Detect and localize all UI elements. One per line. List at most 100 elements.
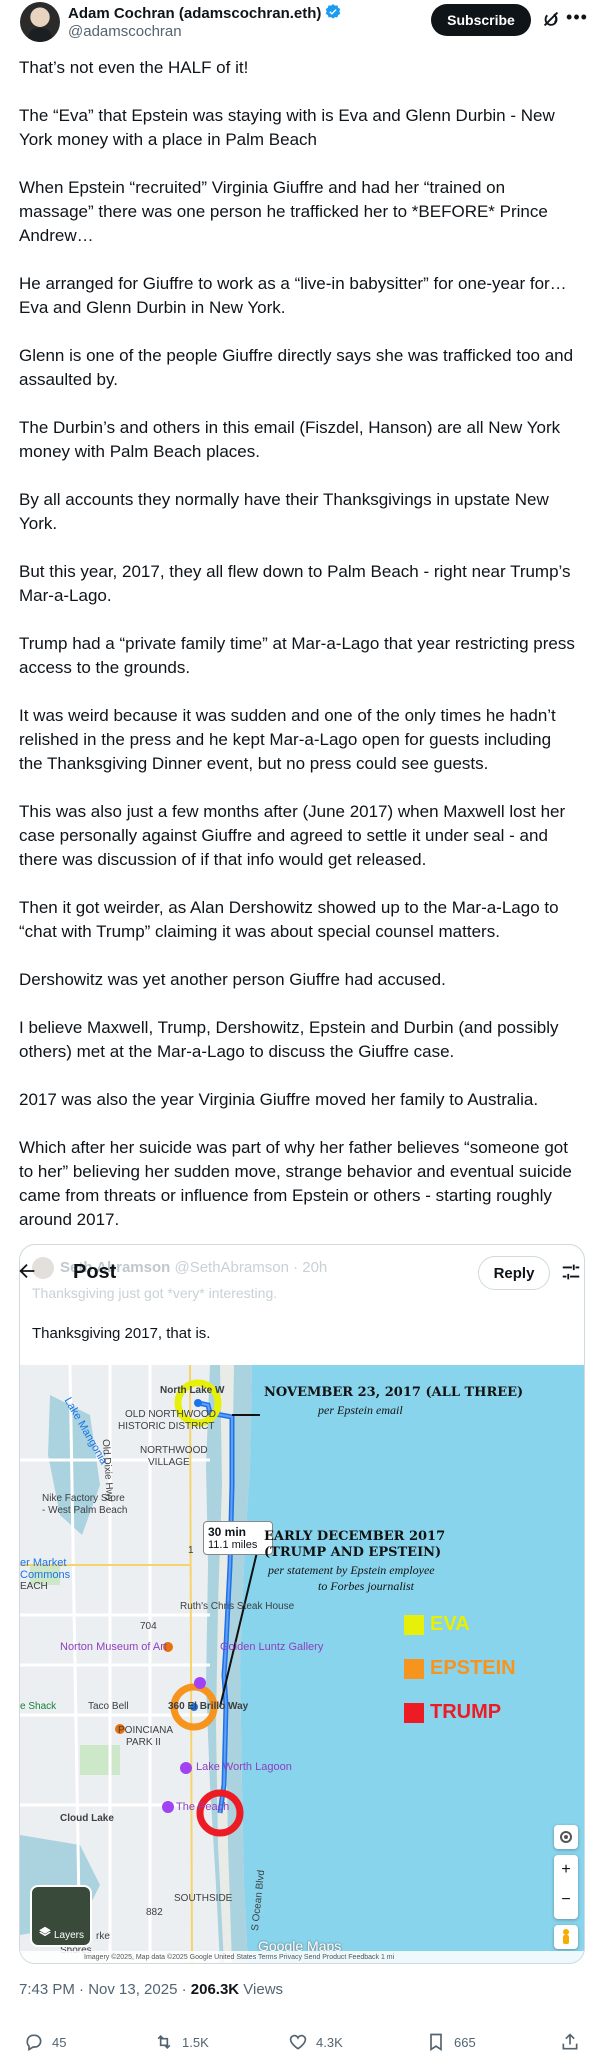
legend-trump: TRUMP [404,1701,501,1724]
map-label: - West Palm Beach [42,1505,128,1516]
share-icon [562,2033,578,2050]
repost-icon [157,2034,171,2050]
tweet-paragraph: Trump had a “private family time” at Mar… [19,634,575,677]
map-label: Golden Luntz Gallery [220,1641,324,1653]
legend-label: TRUMP [430,1701,502,1723]
tweet-paragraph: The Durbin’s and others in this email (F… [19,418,561,461]
map-label: OLD NORTHWOOD [125,1409,216,1420]
map-label: POINCIANA [118,1725,174,1736]
annotation-december-source1: per statement by Epstein employee [268,1563,435,1577]
map-label: Ruth's Chris Steak House [180,1601,295,1612]
map-footer: Imagery ©2025, Map data ©2025 Google Uni… [20,1951,584,1963]
heart-icon [289,2034,307,2050]
tweet-paragraph: That’s not even the HALF of it! [19,58,249,77]
map-label: 704 [140,1621,157,1632]
tweet-paragraph: He arranged for Giuffre to work as a “li… [19,274,567,317]
map-label: e Shack [20,1701,57,1712]
map-label: The Peach [176,1801,230,1813]
zoom-out-icon[interactable]: − [554,1885,578,1915]
post-top-bar: Post Reply [0,1250,598,1294]
reply-button[interactable]: Reply [478,1256,550,1290]
legend-swatch [404,1658,424,1679]
zoom-in-icon[interactable]: + [554,1855,578,1885]
annotation-december-line1: EARLY DECEMBER 2017 [264,1529,446,1544]
tweet-header: Adam Cochran (adamscochran.eth) @adamsco… [0,0,598,52]
like-action[interactable]: 4.3K [288,2032,343,2052]
legend-eva: EVA [404,1613,470,1636]
page-title: Post [73,1261,117,1283]
bookmark-count: 665 [454,2034,476,2050]
map-label: Norton Museum of Art [60,1641,167,1653]
legend-label: EPSTEIN [430,1657,516,1679]
layers-label: Layers [54,1930,85,1941]
legend-epstein: EPSTEIN [404,1657,516,1680]
legend-swatch [404,1614,424,1635]
author-handle[interactable]: @adamscochran [68,23,182,40]
tweet-paragraph: Dershowitz was yet another person Giuffr… [19,970,446,989]
tweet-body: That’s not even the HALF of it! The “Eva… [19,56,579,1256]
like-count: 4.3K [316,2034,343,2050]
annotation-eva: NOVEMBER 23, 2017 (ALL THREE) [264,1385,524,1400]
map-label: 882 [146,1907,163,1918]
grok-icon[interactable] [540,8,562,30]
author-name[interactable]: Adam Cochran (adamscochran.eth) [68,3,342,22]
tweet-paragraph: This was also just a few months after (J… [19,802,566,869]
map-label: SOUTHSIDE [174,1893,233,1904]
legend-swatch [404,1702,424,1723]
subscribe-button[interactable]: Subscribe [431,4,531,36]
more-options-icon[interactable]: ••• [566,6,588,28]
map-label: Taco Bell [88,1701,129,1712]
quoted-tweet-text: Thanksgiving 2017, that is. [32,1325,211,1342]
author-name-text[interactable]: Adam Cochran (adamscochran.eth) [68,5,321,22]
pegman-icon[interactable] [554,1925,578,1949]
map-label: Commons [20,1569,71,1581]
map-image[interactable]: North Lake W OLD NORTHWOOD HISTORIC DIST… [20,1365,584,1963]
annotation-december-source2: to Forbes journalist [318,1579,415,1593]
route-distance: 11.1 miles [208,1539,258,1551]
post-timestamp[interactable]: 7:43 PM · Nov 13, 2025 · [19,1981,191,1998]
zoom-controls: + − [554,1855,578,1919]
map-label: EACH [20,1581,48,1592]
post-meta: 7:43 PM · Nov 13, 2025 · 206.3K Views [19,1981,283,1998]
tweet-paragraph: Which after her suicide was part of why … [19,1138,572,1229]
bookmark-icon [430,2033,442,2052]
share-action[interactable] [560,2032,588,2052]
map-label: 1 [188,1545,194,1556]
bookmark-action[interactable]: 665 [426,2032,476,2052]
tweet-paragraph: Then it got weirder, as Alan Dershowitz … [19,898,559,941]
repost-action[interactable]: 1.5K [154,2032,209,2052]
map-layers-button[interactable]: Layers [30,1885,92,1947]
reply-action[interactable]: 45 [24,2032,66,2052]
author-avatar[interactable] [20,2,60,42]
map-label: VILLAGE [148,1457,190,1468]
map-label: PARK II [126,1737,161,1748]
map-label: NORTHWOOD [140,1445,208,1456]
layers-icon [39,1926,51,1937]
map-label: 360 El Brillo Way [168,1701,249,1712]
quoted-tweet-card[interactable]: Seth Abramson @SethAbramson · 20h Thanks… [19,1244,585,1964]
tweet-paragraph: It was weird because it was sudden and o… [19,706,556,773]
verified-badge-icon [326,4,341,19]
legend-label: EVA [430,1613,470,1635]
map-label: er Market [20,1557,67,1569]
action-bar: 45 1.5K 4.3K 665 [0,2032,598,2062]
locate-icon[interactable] [554,1825,578,1849]
view-count: 206.3K [190,1981,240,1998]
tweet-paragraph: When Epstein “recruited” Virginia Giuffr… [19,178,548,245]
repost-count: 1.5K [182,2034,209,2050]
map-label: Lake Worth Lagoon [196,1761,292,1773]
annotation-december-line2: (TRUMP AND EPSTEIN) [264,1545,442,1560]
tweet-paragraph: The “Eva” that Epstein was staying with … [19,106,555,149]
map-label: HISTORIC DISTRICT [118,1421,215,1432]
map-label: North Lake W [160,1385,225,1396]
map-label: rke [96,1931,110,1942]
route-time-box: 30 min 11.1 miles [203,1521,273,1555]
tweet-paragraph: 2017 was also the year Virginia Giuffre … [19,1090,539,1109]
views-label: Views [239,1981,284,1998]
arrow-left-icon[interactable] [16,1260,38,1288]
annotation-eva-source: per Epstein email [318,1403,403,1417]
tweet-paragraph: But this year, 2017, they all flew down … [19,562,571,605]
tweet-paragraph: I believe Maxwell, Trump, Dershowitz, Ep… [19,1018,559,1061]
tweet-paragraph: By all accounts they normally have their… [19,490,549,533]
sliders-icon[interactable] [560,1261,582,1283]
